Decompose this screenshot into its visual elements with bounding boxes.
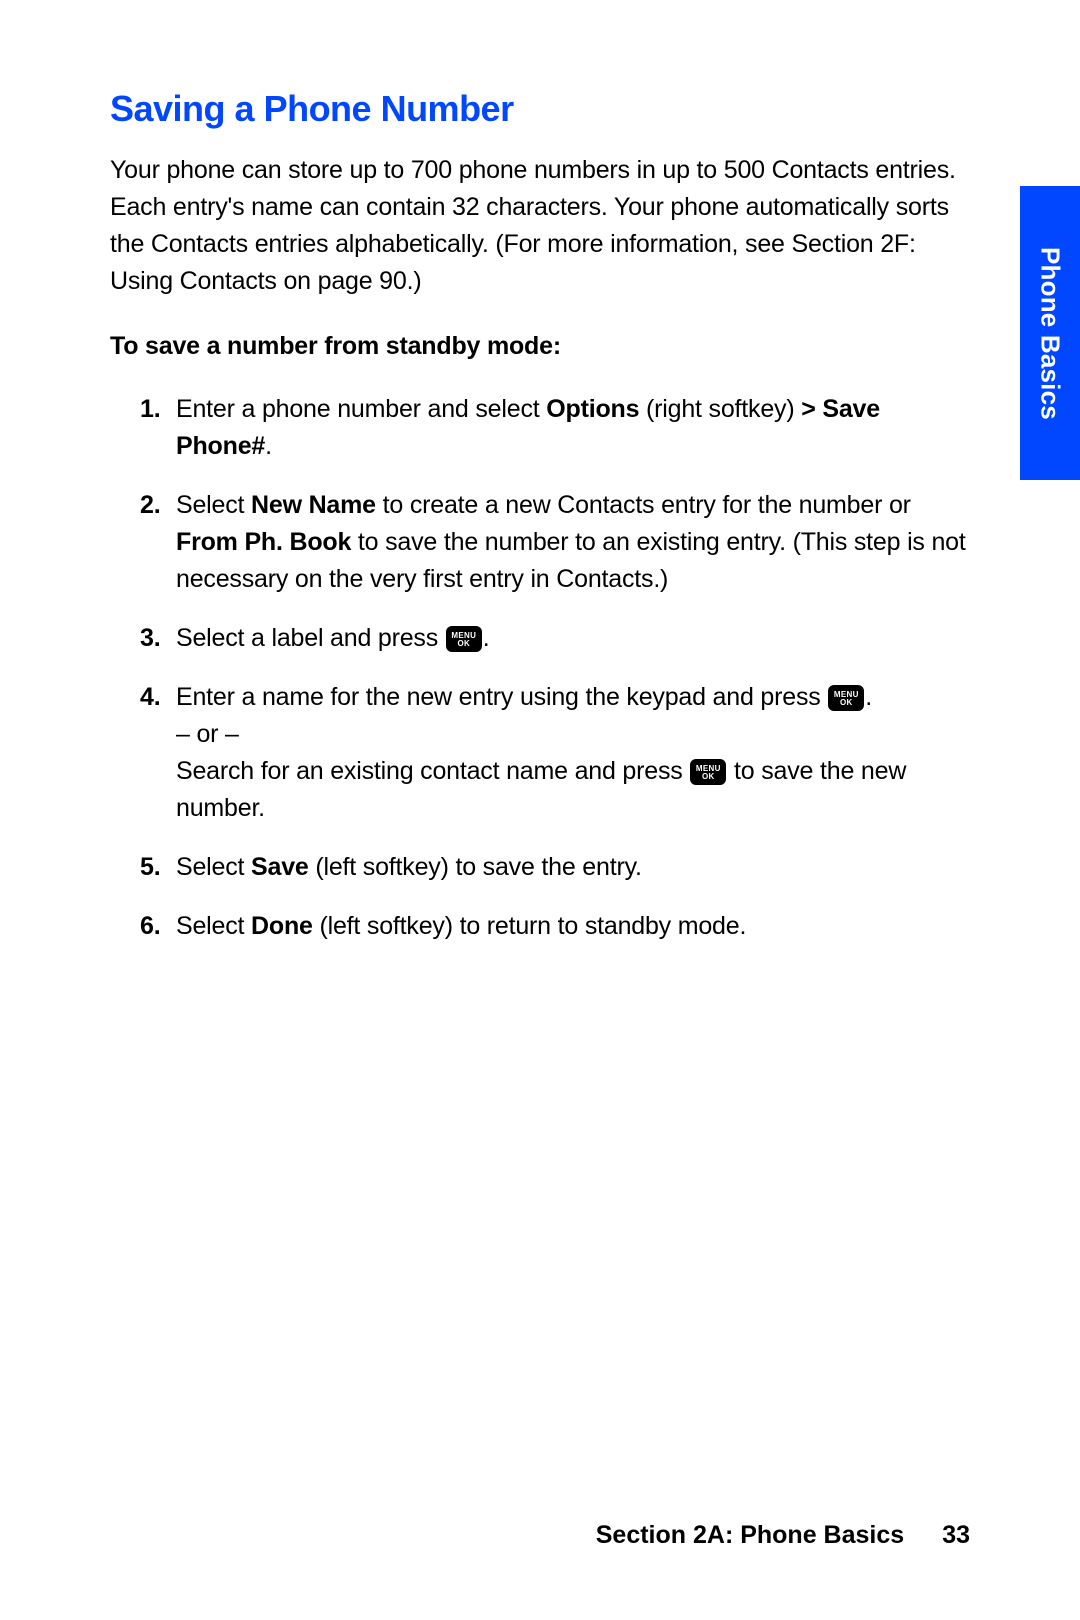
manual-page: Saving a Phone Number Your phone can sto…: [0, 0, 1080, 1620]
step-text: .: [483, 624, 490, 652]
step-text: Select: [176, 491, 251, 519]
step-text: .: [865, 683, 872, 711]
step-text: Select a label and press: [176, 624, 445, 652]
step-text: Enter a name for the new entry using the…: [176, 683, 827, 711]
step-text: (right softkey): [639, 395, 794, 423]
step-6: Select Done (left softkey) to return to …: [176, 908, 970, 945]
step-text: Select: [176, 853, 251, 881]
footer-page-number: 33: [942, 1521, 970, 1549]
bold-save: Save: [251, 853, 309, 881]
page-footer: Section 2A: Phone Basics 33: [596, 1521, 970, 1550]
section-tab-label: Phone Basics: [1035, 247, 1066, 420]
menu-ok-key-icon: MENUOK: [690, 759, 726, 785]
bold-done: Done: [251, 912, 313, 940]
menu-ok-key-icon: MENUOK: [446, 626, 482, 652]
menu-ok-key-icon: MENUOK: [828, 685, 864, 711]
or-separator: – or –: [176, 720, 239, 748]
bold-new-name: New Name: [251, 491, 376, 519]
step-text: (left softkey) to save the entry.: [309, 853, 642, 881]
bold-from-phbook: From Ph. Book: [176, 528, 351, 556]
step-4: Enter a name for the new entry using the…: [176, 679, 970, 827]
intro-paragraph: Your phone can store up to 700 phone num…: [110, 152, 970, 300]
step-text: Enter a phone number and select: [176, 395, 546, 423]
footer-section-label: Section 2A: Phone Basics: [596, 1521, 904, 1549]
step-text: (left softkey) to return to standby mode…: [313, 912, 746, 940]
procedure-list: Enter a phone number and select Options …: [110, 391, 970, 945]
procedure-subhead: To save a number from standby mode:: [110, 332, 970, 361]
step-2: Select New Name to create a new Contacts…: [176, 487, 970, 598]
step-5: Select Save (left softkey) to save the e…: [176, 849, 970, 886]
step-text: to create a new Contacts entry for the n…: [376, 491, 911, 519]
step-text: Search for an existing contact name and …: [176, 757, 689, 785]
step-1: Enter a phone number and select Options …: [176, 391, 970, 465]
step-3: Select a label and press MENUOK.: [176, 620, 970, 657]
bold-options: Options: [546, 395, 639, 423]
page-heading: Saving a Phone Number: [110, 88, 970, 130]
step-text: .: [265, 432, 272, 460]
step-text: Select: [176, 912, 251, 940]
section-tab: Phone Basics: [1020, 186, 1080, 480]
